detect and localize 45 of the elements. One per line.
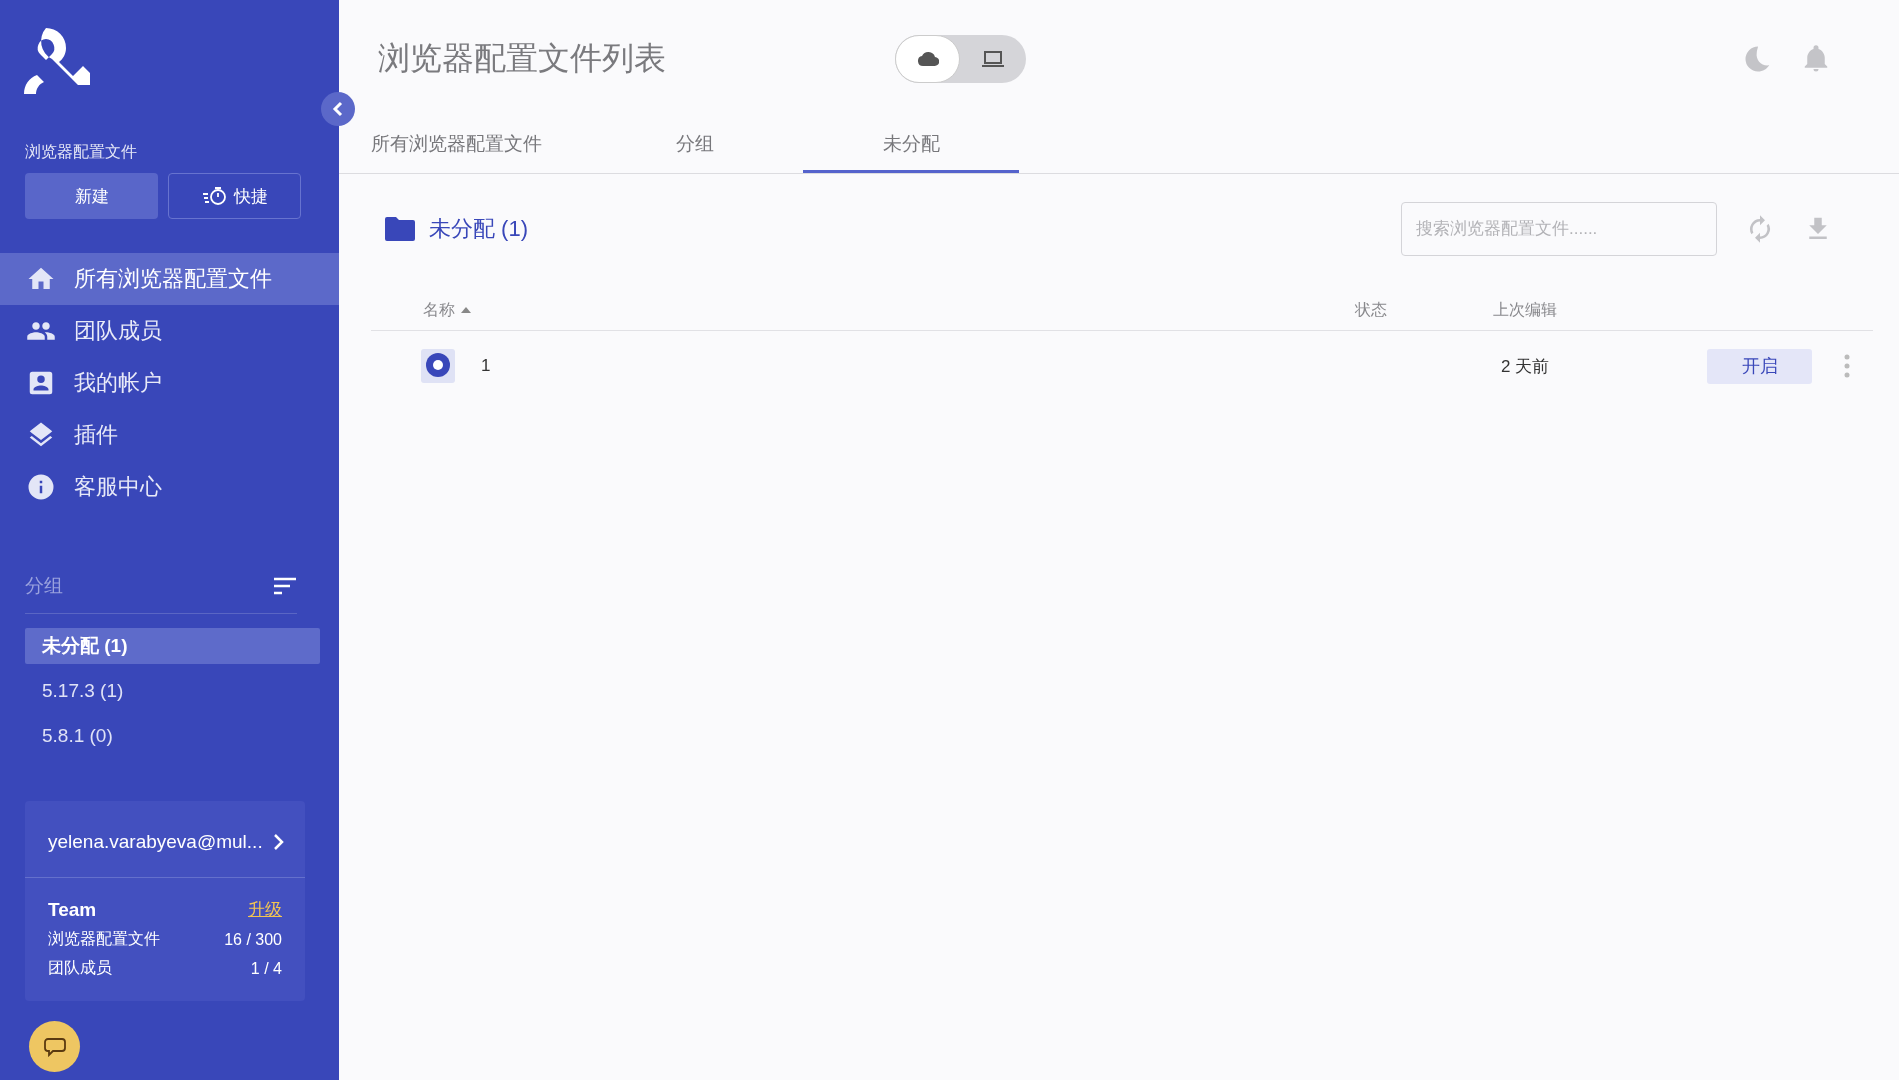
column-header[interactable]: 状态 bbox=[1355, 299, 1387, 321]
laptop-icon bbox=[980, 50, 1005, 68]
search-field[interactable]: 搜索浏览器配置文件...... bbox=[1401, 202, 1717, 256]
quota-label: 团队成员 bbox=[48, 958, 112, 978]
column-header[interactable]: 上次编辑 bbox=[1493, 299, 1557, 321]
tab[interactable]: 未分配 bbox=[803, 118, 1019, 173]
page-title: 浏览器配置文件列表 bbox=[378, 39, 667, 78]
upgrade-link[interactable]: 升级 bbox=[248, 898, 282, 921]
groups-title: 分组 bbox=[25, 574, 63, 598]
open-button[interactable]: 开启 bbox=[1707, 348, 1812, 384]
quick-button[interactable]: 快捷 bbox=[168, 173, 301, 219]
info-icon bbox=[26, 472, 56, 502]
nav-item[interactable]: 我的帐户 bbox=[0, 357, 339, 409]
collapse-button[interactable] bbox=[321, 92, 355, 126]
group-item[interactable]: 5.17.3 (1) bbox=[25, 673, 300, 709]
profile-name: 1 bbox=[481, 356, 492, 376]
column-header[interactable]: 名称 bbox=[423, 299, 455, 321]
group-item[interactable]: 未分配 (1) bbox=[25, 628, 320, 664]
cloud-mode-button[interactable] bbox=[895, 35, 960, 83]
sort-ascending-icon[interactable] bbox=[461, 307, 471, 313]
chat-button[interactable] bbox=[29, 1021, 80, 1072]
last-edited: 2 天前 bbox=[1501, 355, 1551, 378]
stopwatch-icon bbox=[201, 186, 228, 206]
sort-icon[interactable] bbox=[273, 577, 297, 595]
account-email[interactable]: yelena.varabyeva@mul... bbox=[48, 831, 263, 853]
quota-value: 1 / 4 bbox=[250, 959, 282, 978]
quota-value: 16 / 300 bbox=[224, 930, 282, 949]
tab[interactable]: 所有浏览器配置文件 bbox=[371, 118, 587, 173]
nav-item[interactable]: 所有浏览器配置文件 bbox=[0, 253, 339, 305]
cloud-icon bbox=[916, 51, 939, 67]
chevron-right-icon[interactable] bbox=[273, 833, 285, 851]
new-button[interactable]: 新建 bbox=[25, 173, 158, 219]
nav-item[interactable]: 客服中心 bbox=[0, 461, 339, 513]
chat-bubble-icon bbox=[43, 1036, 66, 1057]
chevron-left-icon bbox=[331, 101, 345, 117]
nav-item[interactable]: 插件 bbox=[0, 409, 339, 461]
section-label: 浏览器配置文件 bbox=[25, 142, 138, 162]
tab[interactable]: 分组 bbox=[587, 118, 803, 173]
folder-title: 未分配 (1) bbox=[429, 215, 529, 243]
quota-label: 浏览器配置文件 bbox=[48, 929, 160, 949]
profile-icon bbox=[421, 349, 455, 383]
nav-item[interactable]: 团队成员 bbox=[0, 305, 339, 357]
folder-icon bbox=[385, 217, 415, 241]
group-item[interactable]: 5.8.1 (0) bbox=[25, 718, 300, 754]
plan-name: Team bbox=[48, 898, 97, 921]
